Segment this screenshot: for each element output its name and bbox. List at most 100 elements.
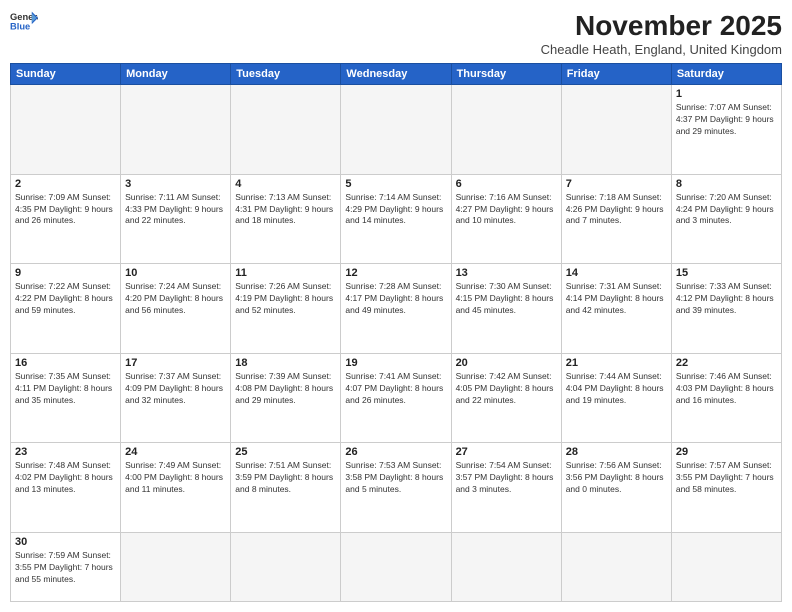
calendar-cell: 27 Sunrise: 7:54 AM Sunset: 3:57 PM Dayli… <box>451 443 561 533</box>
header: General Blue November 2025 Cheadle Heath… <box>10 10 782 57</box>
day-info: Sunrise: 7:53 AM Sunset: 3:58 PM Dayligh… <box>345 460 446 496</box>
calendar-cell: 26 Sunrise: 7:53 AM Sunset: 3:58 PM Dayli… <box>341 443 451 533</box>
day-info: Sunrise: 7:56 AM Sunset: 3:56 PM Dayligh… <box>566 460 667 496</box>
calendar-cell: 25 Sunrise: 7:51 AM Sunset: 3:59 PM Dayli… <box>231 443 341 533</box>
calendar-cell: 11Sunrise: 7:26 AM Sunset: 4:19 PM Dayli… <box>231 264 341 354</box>
day-info: Sunrise: 7:26 AM Sunset: 4:19 PM Dayligh… <box>235 281 336 317</box>
logo-icon: General Blue <box>10 10 38 32</box>
day-number: 1 <box>676 88 777 100</box>
day-info: Sunrise: 7:30 AM Sunset: 4:15 PM Dayligh… <box>456 281 557 317</box>
day-number: 24 <box>125 446 226 458</box>
calendar-cell: 12 Sunrise: 7:28 AM Sunset: 4:17 PM Dayli… <box>341 264 451 354</box>
day-info: Sunrise: 7:41 AM Sunset: 4:07 PM Dayligh… <box>345 371 446 407</box>
day-number: 22 <box>676 357 777 369</box>
day-number: 12 <box>345 267 446 279</box>
day-number: 30 <box>15 536 116 548</box>
calendar-cell: 24Sunrise: 7:49 AM Sunset: 4:00 PM Dayli… <box>121 443 231 533</box>
calendar-cell: 20Sunrise: 7:42 AM Sunset: 4:05 PM Dayli… <box>451 353 561 443</box>
calendar-cell <box>341 85 451 175</box>
calendar-cell: 10 Sunrise: 7:24 AM Sunset: 4:20 PM Dayli… <box>121 264 231 354</box>
calendar: SundayMondayTuesdayWednesdayThursdayFrid… <box>10 63 782 602</box>
calendar-cell: 13Sunrise: 7:30 AM Sunset: 4:15 PM Dayli… <box>451 264 561 354</box>
calendar-cell: 5Sunrise: 7:14 AM Sunset: 4:29 PM Daylig… <box>341 174 451 264</box>
calendar-header-tuesday: Tuesday <box>231 64 341 85</box>
calendar-header-friday: Friday <box>561 64 671 85</box>
calendar-header-wednesday: Wednesday <box>341 64 451 85</box>
day-number: 18 <box>235 357 336 369</box>
location: Cheadle Heath, England, United Kingdom <box>541 42 782 57</box>
calendar-cell <box>121 85 231 175</box>
calendar-cell <box>561 533 671 602</box>
svg-text:Blue: Blue <box>10 22 30 32</box>
logo: General Blue <box>10 10 38 32</box>
calendar-cell: 15 Sunrise: 7:33 AM Sunset: 4:12 PM Dayli… <box>671 264 781 354</box>
calendar-cell <box>11 85 121 175</box>
day-number: 26 <box>345 446 446 458</box>
calendar-header-thursday: Thursday <box>451 64 561 85</box>
calendar-cell: 30 Sunrise: 7:59 AM Sunset: 3:55 PM Dayli… <box>11 533 121 602</box>
day-info: Sunrise: 7:13 AM Sunset: 4:31 PM Dayligh… <box>235 192 336 228</box>
calendar-week-4: 16Sunrise: 7:35 AM Sunset: 4:11 PM Dayli… <box>11 353 782 443</box>
calendar-cell: 9Sunrise: 7:22 AM Sunset: 4:22 PM Daylig… <box>11 264 121 354</box>
calendar-cell: 4Sunrise: 7:13 AM Sunset: 4:31 PM Daylig… <box>231 174 341 264</box>
calendar-cell: 8Sunrise: 7:20 AM Sunset: 4:24 PM Daylig… <box>671 174 781 264</box>
day-info: Sunrise: 7:22 AM Sunset: 4:22 PM Dayligh… <box>15 281 116 317</box>
calendar-cell: 2Sunrise: 7:09 AM Sunset: 4:35 PM Daylig… <box>11 174 121 264</box>
day-number: 15 <box>676 267 777 279</box>
day-info: Sunrise: 7:24 AM Sunset: 4:20 PM Dayligh… <box>125 281 226 317</box>
day-number: 16 <box>15 357 116 369</box>
day-info: Sunrise: 7:57 AM Sunset: 3:55 PM Dayligh… <box>676 460 777 496</box>
calendar-week-1: 1 Sunrise: 7:07 AM Sunset: 4:37 PM Daylig… <box>11 85 782 175</box>
day-number: 14 <box>566 267 667 279</box>
day-number: 6 <box>456 178 557 190</box>
calendar-week-3: 9Sunrise: 7:22 AM Sunset: 4:22 PM Daylig… <box>11 264 782 354</box>
day-number: 3 <box>125 178 226 190</box>
calendar-cell: 22 Sunrise: 7:46 AM Sunset: 4:03 PM Dayli… <box>671 353 781 443</box>
day-info: Sunrise: 7:31 AM Sunset: 4:14 PM Dayligh… <box>566 281 667 317</box>
day-number: 25 <box>235 446 336 458</box>
day-info: Sunrise: 7:20 AM Sunset: 4:24 PM Dayligh… <box>676 192 777 228</box>
day-number: 23 <box>15 446 116 458</box>
calendar-cell: 21Sunrise: 7:44 AM Sunset: 4:04 PM Dayli… <box>561 353 671 443</box>
day-info: Sunrise: 7:59 AM Sunset: 3:55 PM Dayligh… <box>15 550 116 586</box>
day-number: 7 <box>566 178 667 190</box>
day-info: Sunrise: 7:44 AM Sunset: 4:04 PM Dayligh… <box>566 371 667 407</box>
calendar-cell <box>451 533 561 602</box>
calendar-cell <box>451 85 561 175</box>
day-info: Sunrise: 7:54 AM Sunset: 3:57 PM Dayligh… <box>456 460 557 496</box>
calendar-week-5: 23Sunrise: 7:48 AM Sunset: 4:02 PM Dayli… <box>11 443 782 533</box>
day-info: Sunrise: 7:18 AM Sunset: 4:26 PM Dayligh… <box>566 192 667 228</box>
day-number: 10 <box>125 267 226 279</box>
calendar-cell: 18Sunrise: 7:39 AM Sunset: 4:08 PM Dayli… <box>231 353 341 443</box>
calendar-week-6: 30 Sunrise: 7:59 AM Sunset: 3:55 PM Dayli… <box>11 533 782 602</box>
day-info: Sunrise: 7:51 AM Sunset: 3:59 PM Dayligh… <box>235 460 336 496</box>
day-info: Sunrise: 7:46 AM Sunset: 4:03 PM Dayligh… <box>676 371 777 407</box>
day-info: Sunrise: 7:28 AM Sunset: 4:17 PM Dayligh… <box>345 281 446 317</box>
day-info: Sunrise: 7:07 AM Sunset: 4:37 PM Dayligh… <box>676 102 777 138</box>
day-info: Sunrise: 7:33 AM Sunset: 4:12 PM Dayligh… <box>676 281 777 317</box>
calendar-cell: 17Sunrise: 7:37 AM Sunset: 4:09 PM Dayli… <box>121 353 231 443</box>
calendar-cell: 29 Sunrise: 7:57 AM Sunset: 3:55 PM Dayli… <box>671 443 781 533</box>
calendar-cell <box>231 533 341 602</box>
calendar-header-sunday: Sunday <box>11 64 121 85</box>
title-area: November 2025 Cheadle Heath, England, Un… <box>541 10 782 57</box>
calendar-cell <box>121 533 231 602</box>
calendar-cell: 28 Sunrise: 7:56 AM Sunset: 3:56 PM Dayli… <box>561 443 671 533</box>
calendar-cell: 14 Sunrise: 7:31 AM Sunset: 4:14 PM Dayli… <box>561 264 671 354</box>
calendar-header-saturday: Saturday <box>671 64 781 85</box>
day-number: 29 <box>676 446 777 458</box>
day-number: 28 <box>566 446 667 458</box>
day-info: Sunrise: 7:16 AM Sunset: 4:27 PM Dayligh… <box>456 192 557 228</box>
calendar-cell <box>231 85 341 175</box>
calendar-header-monday: Monday <box>121 64 231 85</box>
month-title: November 2025 <box>541 10 782 42</box>
day-info: Sunrise: 7:11 AM Sunset: 4:33 PM Dayligh… <box>125 192 226 228</box>
calendar-cell: 19Sunrise: 7:41 AM Sunset: 4:07 PM Dayli… <box>341 353 451 443</box>
calendar-cell: 7 Sunrise: 7:18 AM Sunset: 4:26 PM Daylig… <box>561 174 671 264</box>
calendar-cell <box>671 533 781 602</box>
day-number: 20 <box>456 357 557 369</box>
calendar-cell: 23Sunrise: 7:48 AM Sunset: 4:02 PM Dayli… <box>11 443 121 533</box>
day-info: Sunrise: 7:09 AM Sunset: 4:35 PM Dayligh… <box>15 192 116 228</box>
day-number: 27 <box>456 446 557 458</box>
calendar-cell <box>561 85 671 175</box>
